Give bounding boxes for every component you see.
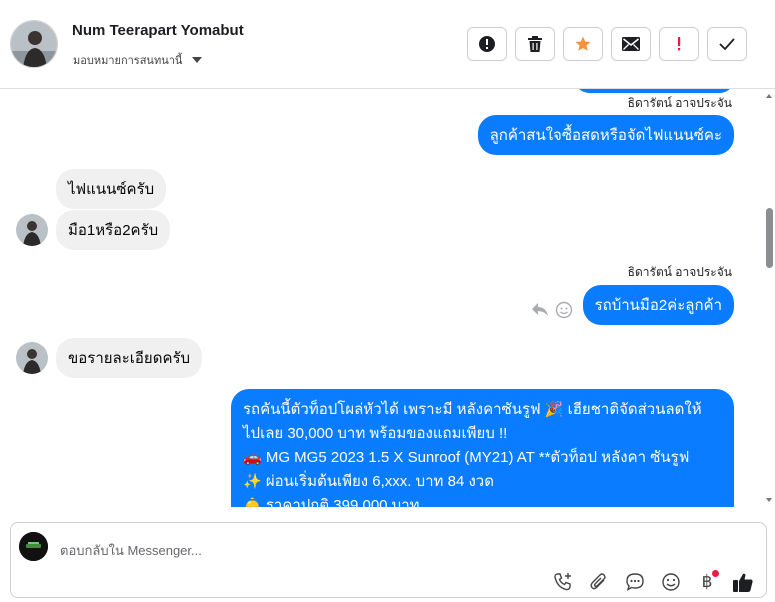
star-button[interactable] — [563, 27, 603, 61]
follow-up-button[interactable] — [659, 27, 699, 61]
chat-scrollbar[interactable] — [763, 89, 775, 507]
incoming-message[interactable]: ขอรายละเอียดครับ — [56, 338, 203, 378]
contact-avatar-small — [16, 214, 48, 246]
mark-done-button[interactable] — [707, 27, 747, 61]
page-avatar — [19, 532, 48, 561]
alert-circle-icon — [479, 36, 495, 52]
caret-down-icon — [192, 57, 203, 63]
scrollbar-thumb[interactable] — [766, 208, 773, 268]
header-toolbar — [467, 27, 747, 61]
outgoing-message[interactable]: ลูกค้าสนใจซื้อสดหรือจัดไฟแนนซ์คะ — [477, 115, 734, 155]
incoming-message[interactable]: มือ1หรือ2ครับ — [56, 210, 171, 250]
message-line: 🛎️ ราคาปกติ 399,000 บาท — [243, 497, 420, 507]
attachment-icon[interactable] — [587, 570, 611, 594]
emoji-icon[interactable] — [659, 570, 683, 594]
saved-reply-icon[interactable] — [623, 570, 647, 594]
delete-button[interactable] — [515, 27, 555, 61]
sender-name: ธิดารัตน์ อาจประจัน — [627, 96, 732, 110]
notification-dot — [712, 570, 719, 577]
contact-name[interactable]: Num Teerapart Yomabut — [72, 22, 244, 39]
assign-conversation-dropdown[interactable]: มอบหมายการสนทนานี้ — [73, 51, 203, 69]
baht-symbol: ฿ — [701, 572, 713, 592]
message-line: ไปเลย 30,000 บาท พร้อมของแถมเพียบ !! — [243, 425, 508, 442]
add-call-icon[interactable] — [551, 570, 575, 594]
message-thread[interactable]: ธิดารัตน์ อาจประจัน ลูกค้าสนใจซื้อสดหรือ… — [0, 89, 775, 507]
star-icon — [575, 36, 591, 51]
message-line: ✨ ผ่อนเริ่มต้นเพียง 6,xxx. บาท 84 งวด — [243, 473, 494, 490]
sender-name: ธิดารัตน์ อาจประจัน — [627, 265, 732, 279]
check-icon — [719, 38, 735, 51]
email-button[interactable] — [611, 27, 651, 61]
scroll-down-arrow-icon[interactable] — [766, 498, 772, 502]
exclamation-icon — [678, 37, 681, 51]
incoming-message[interactable]: ไฟแนนซ์ครับ — [56, 169, 167, 209]
envelope-icon — [622, 37, 640, 51]
react-emoji-icon[interactable] — [555, 301, 573, 324]
conversation-header: Num Teerapart Yomabut มอบหมายการสนทนานี้ — [0, 0, 775, 89]
composer-toolbar: ฿ — [551, 570, 755, 594]
reply-composer[interactable]: ตอบกลับใน Messenger... ฿ — [10, 522, 767, 598]
message-line: รถคันนี้ตัวท็อปโผล่หัวได้ เพราะมี หลังคา… — [243, 401, 702, 418]
thumbs-up-icon[interactable] — [731, 570, 755, 594]
contact-avatar[interactable] — [10, 20, 58, 68]
previous-message-bubble — [575, 89, 734, 93]
spam-button[interactable] — [467, 27, 507, 61]
contact-avatar-small — [16, 342, 48, 374]
assign-label: มอบหมายการสนทนานี้ — [73, 55, 183, 67]
trash-icon — [528, 36, 542, 52]
outgoing-message[interactable]: รถบ้านมือ2ค่ะลูกค้า — [582, 285, 734, 325]
baht-payment-icon[interactable]: ฿ — [695, 570, 719, 594]
scroll-up-arrow-icon[interactable] — [766, 94, 772, 98]
reply-icon[interactable] — [531, 301, 549, 322]
reply-input[interactable]: ตอบกลับใน Messenger... — [60, 540, 202, 561]
outgoing-long-message[interactable]: รถคันนี้ตัวท็อปโผล่หัวได้ เพราะมี หลังคา… — [231, 389, 734, 507]
message-line: 🚗 MG MG5 2023 1.5 X Sunroof (MY21) AT **… — [243, 449, 690, 466]
